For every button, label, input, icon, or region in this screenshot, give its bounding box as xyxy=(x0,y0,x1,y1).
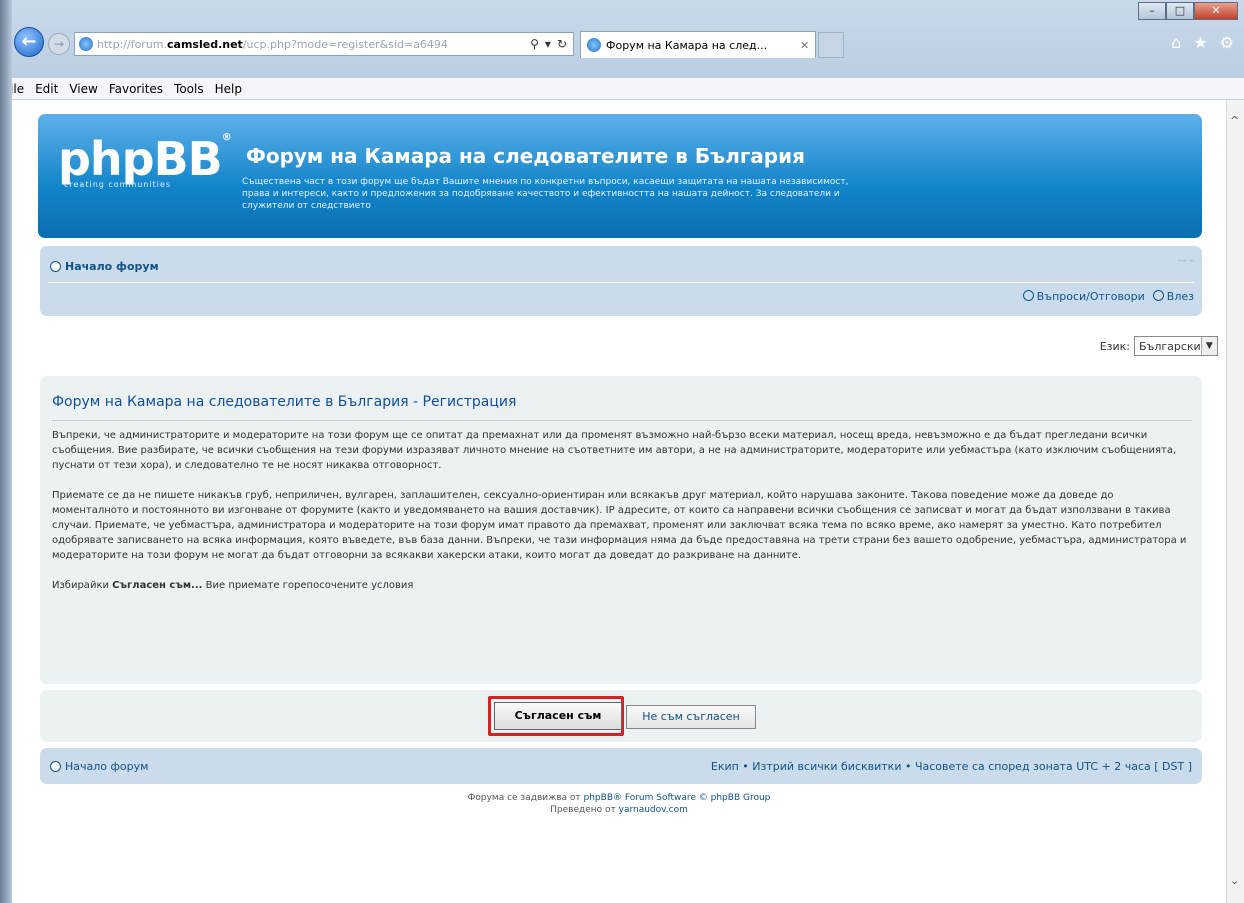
faq-link[interactable]: Въпроси/Отговори xyxy=(1022,290,1145,303)
breadcrumb-home[interactable]: Начало форум xyxy=(65,260,159,273)
footer-home-link[interactable]: Начало форум xyxy=(65,760,148,773)
tab-title: Форум на Камара на след... xyxy=(606,38,768,52)
close-tab-icon[interactable]: ✕ xyxy=(800,39,809,52)
chevron-down-icon[interactable]: ▼ xyxy=(1200,337,1217,355)
site-description: Съществена част в този форум ще бъдат Ва… xyxy=(242,177,849,211)
terms-text: Въпреки, че администраторите и модератор… xyxy=(52,428,1192,608)
agreement-buttons-panel: Съгласен съм Не съм съгласен xyxy=(40,690,1202,742)
disagree-button[interactable]: Не съм съгласен xyxy=(626,705,756,729)
menu-bar: File Edit View Favorites Tools Help xyxy=(0,78,1244,100)
menu-tools[interactable]: Tools xyxy=(174,82,204,96)
new-tab-button[interactable] xyxy=(818,32,844,58)
vertical-scrollbar[interactable]: ^ ⌄ xyxy=(1226,100,1244,903)
home-icon xyxy=(50,261,61,272)
back-button[interactable]: ← xyxy=(14,27,44,57)
translated-by-text: Преведено от xyxy=(550,805,616,815)
top-navbar: Начало форум –– – Въпроси/Отговори Влез xyxy=(40,246,1202,316)
footer-breadcrumb[interactable]: Начало форум xyxy=(50,760,148,773)
phpbb-link[interactable]: phpBB® Forum Software © phpBB Group xyxy=(584,793,771,803)
close-window-button[interactable]: ✕ xyxy=(1194,2,1238,20)
dropdown-icon[interactable]: ▾ xyxy=(545,37,551,51)
home-icon[interactable]: ⌂ xyxy=(1171,33,1181,52)
minimize-button[interactable]: – xyxy=(1138,2,1166,20)
settings-gear-icon[interactable]: ⚙ xyxy=(1220,33,1234,52)
scroll-down-icon[interactable]: ⌄ xyxy=(1230,874,1239,887)
footer-links[interactable]: Екип • Изтрий всички бисквитки • Часовет… xyxy=(711,760,1192,773)
ie-tab-icon xyxy=(587,38,601,52)
panel-title: Форум на Камара на следователите в Бълга… xyxy=(52,394,517,410)
favorites-star-icon[interactable]: ★ xyxy=(1193,33,1207,52)
browser-tab[interactable]: Форум на Камара на след... ✕ xyxy=(580,31,816,58)
scroll-up-icon[interactable]: ^ xyxy=(1230,114,1239,127)
refresh-icon[interactable]: ↻ xyxy=(557,37,567,51)
login-icon xyxy=(1152,290,1164,301)
language-selector: Език: Български ▼ xyxy=(1100,336,1218,356)
address-url[interactable]: http://forum.camsled.net/ucp.php?mode=re… xyxy=(97,38,487,51)
maximize-button[interactable]: □ xyxy=(1166,2,1194,20)
menu-edit[interactable]: Edit xyxy=(35,82,58,96)
faq-icon xyxy=(1022,290,1034,301)
forum-header: phpBB® creating communities Форум на Кам… xyxy=(38,114,1202,238)
search-icon[interactable]: ⚲ xyxy=(530,37,539,51)
navbar-divider xyxy=(48,282,1194,283)
agree-button[interactable]: Съгласен съм xyxy=(494,702,622,730)
window-frame xyxy=(0,0,12,903)
site-title: Форум на Камара на следователите в Бълга… xyxy=(246,144,805,168)
copyright: Форума се задвижва от phpBB® Forum Softw… xyxy=(12,792,1226,816)
font-size-icon[interactable]: –– – xyxy=(1178,256,1194,266)
window-controls: – □ ✕ xyxy=(1138,2,1238,20)
browser-chrome: – □ ✕ ← → http://forum.camsled.net/ucp.p… xyxy=(0,0,1244,100)
address-bar[interactable]: http://forum.camsled.net/ucp.php?mode=re… xyxy=(74,32,574,56)
panel-divider xyxy=(52,420,1192,421)
language-select[interactable]: Български ▼ xyxy=(1134,336,1218,356)
breadcrumb[interactable]: Начало форум xyxy=(50,260,159,273)
forward-button[interactable]: → xyxy=(48,33,70,55)
language-label: Език: xyxy=(1099,339,1130,353)
translator-link[interactable]: yarnaudov.com xyxy=(619,805,688,815)
terms-paragraph-2: Приемате се да не пишете никакъв груб, н… xyxy=(52,490,1187,561)
terms-paragraph-1: Въпреки, че администраторите и модератор… xyxy=(52,430,1177,471)
menu-favorites[interactable]: Favorites xyxy=(109,82,163,96)
home-icon xyxy=(50,761,61,772)
ie-page-icon xyxy=(79,37,93,51)
bottom-navbar: Начало форум Екип • Изтрий всички бискви… xyxy=(40,748,1202,784)
page-viewport: phpBB® creating communities Форум на Кам… xyxy=(12,100,1226,903)
menu-help[interactable]: Help xyxy=(215,82,242,96)
powered-by-text: Форума се задвижва от xyxy=(467,793,581,803)
language-selected: Български xyxy=(1139,339,1201,353)
login-link[interactable]: Влез xyxy=(1152,290,1194,303)
menu-view[interactable]: View xyxy=(69,82,97,96)
registration-terms-panel: Форум на Камара на следователите в Бълга… xyxy=(40,376,1202,684)
terms-paragraph-3: Избирайки Съгласен съм... Вие приемате г… xyxy=(52,580,414,591)
